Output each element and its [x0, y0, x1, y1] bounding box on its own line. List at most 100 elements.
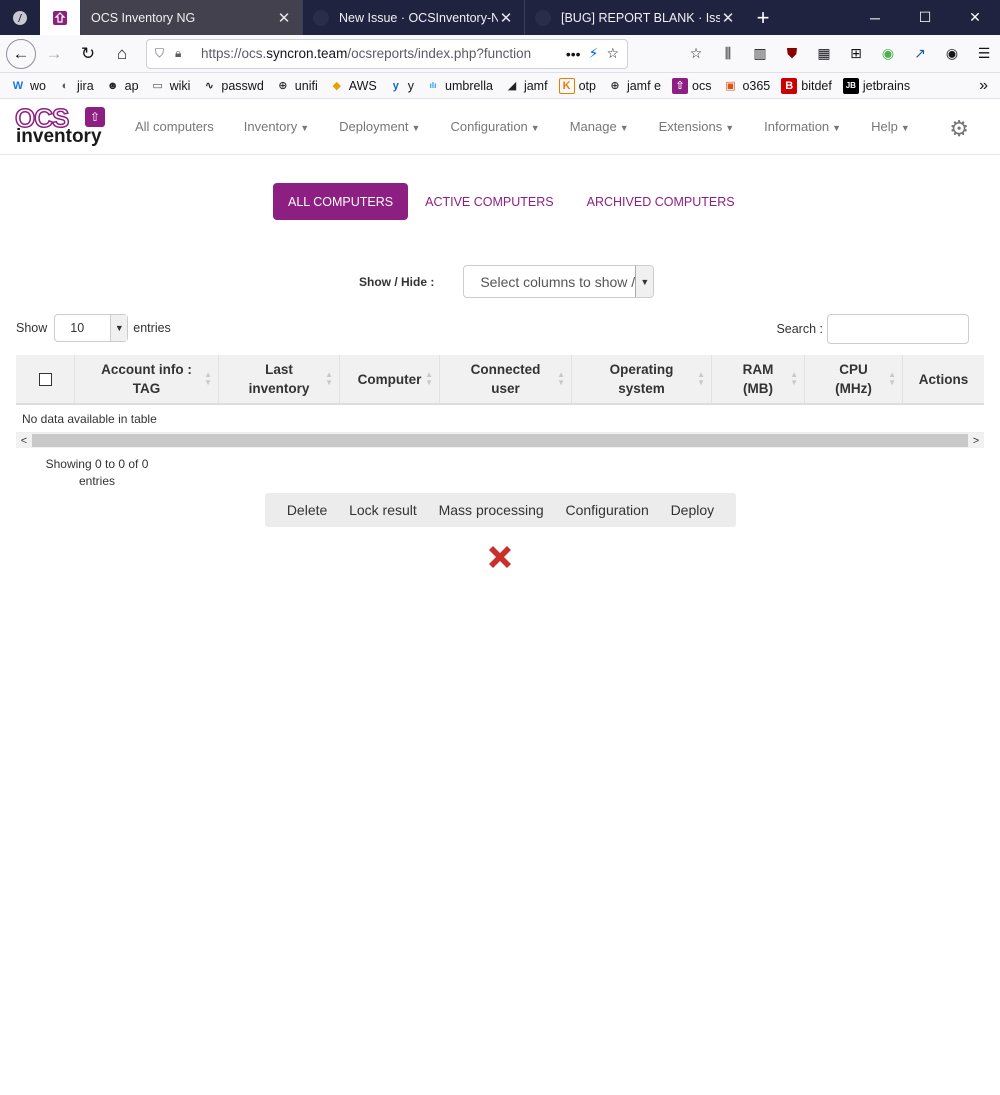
deploy-button[interactable]: Deploy [671, 502, 715, 518]
caret-down-icon: ▼ [900, 123, 910, 133]
tab-ocs-inventory[interactable]: OCS Inventory NG ✕ [80, 0, 302, 35]
forward-button[interactable]: → [38, 38, 70, 70]
account-icon[interactable]: ◉ [936, 38, 968, 70]
extension-wave-icon[interactable]: ↗ [904, 38, 936, 70]
column-header-computer[interactable]: Computer ▲ ▼ [340, 355, 440, 403]
column-header-tag[interactable]: Account info : TAG ▲ ▼ [75, 355, 219, 403]
close-window-button[interactable]: ✕ [950, 0, 1000, 35]
column-select[interactable]: Select columns to show / hide ▼ [463, 265, 655, 298]
tab-close-icon[interactable]: ✕ [276, 9, 292, 27]
configuration-button[interactable]: Configuration [565, 502, 648, 518]
menu-information[interactable]: Information ▼ [764, 119, 841, 134]
search-input[interactable] [827, 314, 969, 344]
extension-icon[interactable]: ⊞ [840, 38, 872, 70]
column-header-ram[interactable]: RAM (MB) ▲ ▼ [712, 355, 805, 403]
menu-deployment[interactable]: Deployment ▼ [339, 119, 420, 134]
menu-configuration[interactable]: Configuration ▼ [450, 119, 539, 134]
mass-processing-button[interactable]: Mass processing [439, 502, 544, 518]
bookmark-o365[interactable]: ▣ o365 [722, 78, 770, 94]
menu-inventory[interactable]: Inventory ▼ [244, 119, 309, 134]
minimize-button[interactable]: ─ [850, 0, 900, 35]
chevron-down-icon[interactable]: ▼ [635, 266, 654, 297]
entries-select[interactable]: 10 ▼ [54, 314, 129, 342]
ocs-logo[interactable]: OCS ⇧ inventory [14, 104, 107, 149]
maximize-button[interactable]: ☐ [900, 0, 950, 35]
extension-green-icon[interactable]: ◉ [872, 38, 904, 70]
scroll-right-icon[interactable]: > [968, 435, 984, 447]
lock-icon[interactable]: 🔒︎ [175, 46, 195, 61]
bookmark-jetbrains[interactable]: JB jetbrains [842, 77, 910, 94]
home-button[interactable]: ⌂ [106, 38, 138, 70]
tab-new-issue[interactable]: New Issue · OCSInventory-NG/ ✕ [302, 0, 524, 35]
page-actions-icon[interactable]: ••• [566, 46, 581, 62]
ublock-icon[interactable]: ⛊ [776, 38, 808, 70]
bookmark-star-icon[interactable]: ☆ [606, 45, 619, 62]
column-header-cpu[interactable]: CPU (MHz) ▲ ▼ [805, 355, 903, 403]
qr-icon[interactable]: ▦ [808, 38, 840, 70]
bookmark-ap[interactable]: ☻ ap [105, 78, 139, 94]
bookmark-bitdef[interactable]: Bbitdef [781, 77, 832, 94]
column-header-last-inventory[interactable]: Last inventory ▲ ▼ [219, 355, 340, 403]
bookmarks-overflow-icon[interactable]: » [979, 77, 988, 95]
tab-active-computers[interactable]: ACTIVE COMPUTERS [409, 183, 570, 220]
computer-filter-tabs: ALL COMPUTERS ACTIVE COMPUTERS ARCHIVED … [273, 183, 751, 220]
tab-all-computers[interactable]: ALL COMPUTERS [273, 183, 409, 220]
lock-result-button[interactable]: Lock result [349, 502, 417, 518]
bookmark-wo[interactable]: Wwo [10, 78, 46, 94]
bookmark-umbrella[interactable]: ılı umbrella [425, 78, 493, 94]
shield-icon[interactable]: ⛉ [155, 46, 175, 61]
lightning-icon[interactable]: ⚡︎ [589, 45, 599, 62]
globe-icon: ⊕ [610, 80, 620, 92]
bitdefender-icon: B [781, 77, 798, 94]
gear-icon[interactable]: ⚙ [949, 116, 969, 142]
bookmark-ocs[interactable]: ⇧ ocs [672, 77, 711, 94]
sidebar-icon[interactable]: ▥ [744, 38, 776, 70]
app-header: OCS ⇧ inventory All computers Inventory ▼… [0, 99, 1000, 155]
browser-tab-strip: OCS Inventory NG ✕ New Issue · OCSInvent… [0, 0, 1000, 35]
tab-bug-report[interactable]: [BUG] REPORT BLANK · Issue # ✕ [524, 0, 746, 35]
scrollbar-thumb[interactable] [32, 434, 968, 447]
delete-button[interactable]: Delete [287, 502, 327, 518]
tab-close-icon[interactable]: ✕ [720, 9, 736, 27]
bookmark-wiki[interactable]: ▭ wiki [150, 78, 190, 94]
pinned-ocs-tab[interactable] [40, 0, 80, 35]
reload-button[interactable]: ↻ [72, 38, 104, 70]
menu-help[interactable]: Help ▼ [871, 119, 910, 134]
menu-manage[interactable]: Manage ▼ [570, 119, 629, 134]
browser-navbar: ← → ↻ ⌂ ⛉ 🔒︎ https://ocs.syncron.team/oc… [0, 35, 1000, 73]
select-all-checkbox[interactable] [38, 372, 52, 386]
ocs-icon: ⇧ [672, 77, 688, 94]
bookmark-jira[interactable]: ◐ jira [57, 78, 94, 94]
sort-icon: ▲ ▼ [204, 370, 212, 387]
select-all-header[interactable] [16, 355, 75, 403]
scroll-left-icon[interactable]: < [16, 435, 32, 447]
pocket-icon[interactable]: ☆ [680, 38, 712, 70]
bookmark-unifi[interactable]: ⊕ unifi [275, 78, 318, 94]
column-header-operating-system[interactable]: Operating system ▲ ▼ [572, 355, 712, 403]
pinned-tab[interactable] [0, 0, 40, 35]
column-header-connected-user[interactable]: Connected user ▲ ▼ [440, 355, 572, 403]
bookmark-y[interactable]: yy [388, 78, 414, 94]
horizontal-scrollbar[interactable]: < > [16, 433, 984, 448]
url-text[interactable]: https://ocs.syncron.team/ocsreports/inde… [201, 46, 558, 61]
menu-icon[interactable]: ☰ [968, 38, 1000, 70]
menu-all-computers[interactable]: All computers [135, 119, 214, 134]
tab-close-icon[interactable]: ✕ [498, 9, 514, 27]
library-icon[interactable]: ⫼ [712, 38, 744, 70]
bookmark-passwd[interactable]: ∿ passwd [201, 78, 264, 94]
bookmarks-bar: Wwo ◐ jira ☻ ap ▭ wiki ∿ passwd ⊕ unifi ◆ AWS … [0, 73, 1000, 99]
new-tab-button[interactable]: + [746, 0, 780, 35]
url-bar[interactable]: ⛉ 🔒︎ https://ocs.syncron.team/ocsreports… [146, 38, 628, 69]
caret-down-icon: ▼ [300, 123, 310, 133]
caret-down-icon: ▼ [619, 123, 629, 133]
bookmark-otp[interactable]: Kotp [558, 77, 596, 94]
chevron-down-icon[interactable]: ▼ [110, 315, 128, 341]
bookmark-aws[interactable]: ◆ AWS [329, 78, 377, 94]
back-button[interactable]: ← [6, 38, 36, 69]
tab-title: OCS Inventory NG [91, 10, 196, 25]
bookmark-jamf[interactable]: ◢ jamf [504, 78, 548, 94]
ocs-favicon-icon [53, 10, 67, 25]
bookmark-jamf-e[interactable]: ⊕ jamf e [607, 78, 661, 94]
menu-extensions[interactable]: Extensions ▼ [659, 119, 735, 134]
tab-archived-computers[interactable]: ARCHIVED COMPUTERS [571, 183, 751, 220]
